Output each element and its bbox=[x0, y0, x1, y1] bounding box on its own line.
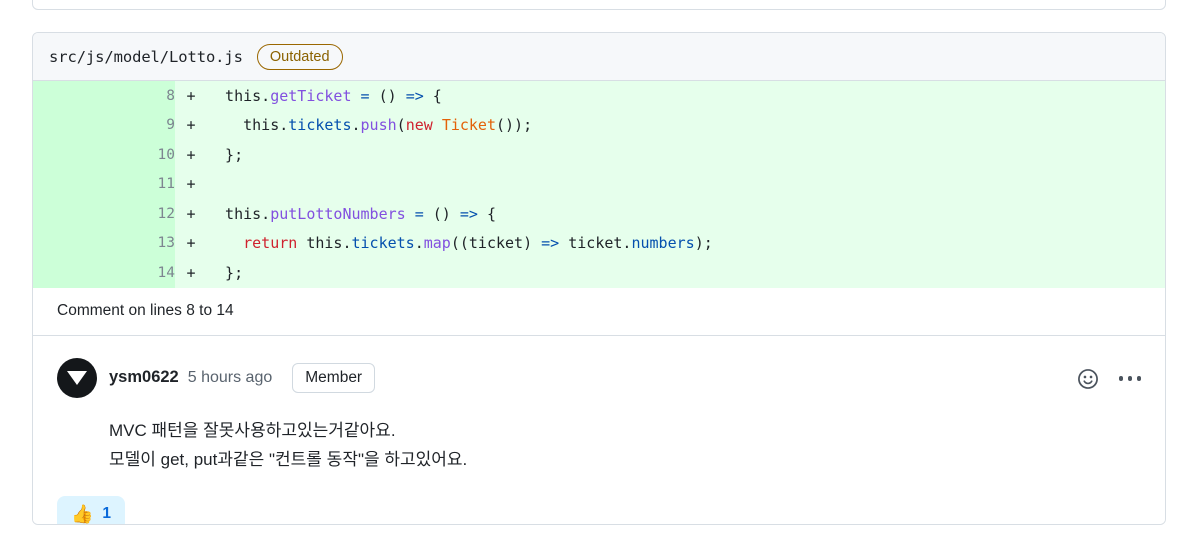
code-token: new bbox=[405, 116, 433, 135]
comment-author[interactable]: ysm0622 bbox=[109, 368, 179, 387]
diff-body: 8 + this.getTicket = () => {9 + this.ticke… bbox=[33, 81, 1165, 288]
reaction-thumbsup-button[interactable]: 👍 1 bbox=[57, 495, 126, 525]
diff-line-row[interactable]: 14 + }; bbox=[33, 258, 1165, 288]
comment-body-line: 모델이 get, put과같은 "컨트롤 동작"을 하고있어요. bbox=[109, 449, 468, 469]
code-token: this. bbox=[207, 204, 271, 223]
code-token: Ticket bbox=[441, 116, 496, 135]
reaction-count: 1 bbox=[102, 505, 112, 523]
code-token: map bbox=[423, 234, 451, 253]
code-token: ticket. bbox=[559, 234, 632, 253]
review-comment: ysm0622 5 hours ago Member MVC 패턴을 잘못사용하… bbox=[33, 335, 1165, 525]
review-comment-thread: src/js/model/Lotto.js Outdated 8 + this.g… bbox=[32, 32, 1166, 525]
diff-line-number[interactable]: 10 bbox=[33, 140, 175, 170]
code-token: ); bbox=[694, 234, 713, 253]
more-options-icon[interactable] bbox=[1117, 366, 1143, 392]
diff-file-header: src/js/model/Lotto.js Outdated bbox=[33, 33, 1165, 81]
comment-header-actions bbox=[1075, 366, 1143, 392]
reactions-bar: 👍 1 bbox=[57, 495, 1141, 525]
code-token: ()); bbox=[496, 116, 533, 135]
code-token: . bbox=[414, 234, 424, 253]
comment-timestamp[interactable]: 5 hours ago bbox=[188, 369, 273, 387]
diff-line-number[interactable]: 8 bbox=[33, 81, 175, 111]
diff-line-code: }; bbox=[207, 140, 1165, 170]
code-token: ( bbox=[396, 116, 406, 135]
diff-line-number[interactable]: 14 bbox=[33, 258, 175, 288]
diff-line-number[interactable]: 13 bbox=[33, 228, 175, 258]
code-token: = bbox=[360, 86, 370, 105]
diff-line-code: this.putLottoNumbers = () => { bbox=[207, 199, 1165, 229]
diff-line-row[interactable]: 12 + this.putLottoNumbers = () => { bbox=[33, 199, 1165, 229]
comment-on-lines-label: Comment on lines 8 to 14 bbox=[57, 302, 234, 319]
code-token: }; bbox=[207, 145, 244, 164]
diff-line-marker: + bbox=[175, 140, 207, 170]
code-token: => bbox=[459, 204, 478, 223]
code-token: tickets bbox=[351, 234, 415, 253]
code-token: return bbox=[243, 234, 298, 253]
thumbsup-icon: 👍 bbox=[71, 504, 94, 525]
kebab-dot bbox=[1136, 376, 1142, 381]
author-role-badge: Member bbox=[292, 362, 376, 393]
kebab-dot bbox=[1118, 376, 1124, 381]
diff-line-code: }; bbox=[207, 258, 1165, 288]
code-token: this. bbox=[297, 234, 352, 253]
code-token: { bbox=[423, 86, 442, 105]
code-token: tickets bbox=[288, 116, 352, 135]
diff-line-number[interactable]: 12 bbox=[33, 199, 175, 229]
code-token: this. bbox=[207, 86, 271, 105]
diff-line-marker: + bbox=[175, 258, 207, 288]
comment-body-line: MVC 패턴을 잘못사용하고있는거같아요. bbox=[109, 420, 396, 440]
code-token: putLottoNumbers bbox=[270, 204, 406, 223]
code-token: () bbox=[369, 86, 406, 105]
diff-line-number[interactable]: 9 bbox=[33, 110, 175, 140]
diff-line-number[interactable]: 11 bbox=[33, 169, 175, 199]
comment-on-lines-row: Comment on lines 8 to 14 bbox=[33, 287, 1165, 336]
diff-line-row[interactable]: 8 + this.getTicket = () => { bbox=[33, 81, 1165, 111]
code-token: this. bbox=[207, 116, 289, 135]
file-path-label: src/js/model/Lotto.js bbox=[49, 47, 243, 66]
triangle-down-icon bbox=[67, 371, 87, 385]
diff-line-marker: + bbox=[175, 228, 207, 258]
code-token: () bbox=[423, 204, 460, 223]
diff-line-code: this.tickets.push(new Ticket()); bbox=[207, 110, 1165, 140]
diff-line-marker: + bbox=[175, 199, 207, 229]
previous-thread-container-edge bbox=[32, 0, 1166, 10]
diff-line-code bbox=[207, 169, 1165, 199]
diff-line-row[interactable]: 10 + }; bbox=[33, 140, 1165, 170]
code-token: => bbox=[541, 234, 560, 253]
diff-table: 8 + this.getTicket = () => {9 + this.ticke… bbox=[33, 81, 1165, 288]
diff-line-row[interactable]: 9 + this.tickets.push(new Ticket()); bbox=[33, 110, 1165, 140]
code-token: getTicket bbox=[270, 86, 352, 105]
avatar[interactable] bbox=[57, 357, 97, 398]
review-thread-page: src/js/model/Lotto.js Outdated 8 + this.g… bbox=[0, 0, 1200, 536]
kebab-dot bbox=[1127, 376, 1133, 381]
code-token: push bbox=[360, 116, 397, 135]
outdated-badge: Outdated bbox=[256, 43, 343, 70]
code-token: => bbox=[405, 86, 424, 105]
code-token: { bbox=[477, 204, 496, 223]
code-token: ((ticket) bbox=[450, 234, 542, 253]
code-token: numbers bbox=[631, 234, 695, 253]
diff-line-row[interactable]: 13 + return this.tickets.map((ticket) => … bbox=[33, 228, 1165, 258]
diff-line-marker: + bbox=[175, 169, 207, 199]
comment-body: MVC 패턴을 잘못사용하고있는거같아요. 모델이 get, put과같은 "컨트… bbox=[109, 416, 1141, 474]
diff-line-row[interactable]: 11 + bbox=[33, 169, 1165, 199]
code-token: . bbox=[351, 116, 361, 135]
diff-line-code: return this.tickets.map((ticket) => tick… bbox=[207, 228, 1165, 258]
diff-line-code: this.getTicket = () => { bbox=[207, 81, 1165, 111]
comment-header: ysm0622 5 hours ago Member bbox=[57, 357, 1141, 398]
diff-line-marker: + bbox=[175, 81, 207, 111]
diff-line-marker: + bbox=[175, 110, 207, 140]
code-token: = bbox=[414, 204, 424, 223]
add-reaction-icon[interactable] bbox=[1075, 366, 1101, 392]
code-token: }; bbox=[207, 263, 244, 282]
